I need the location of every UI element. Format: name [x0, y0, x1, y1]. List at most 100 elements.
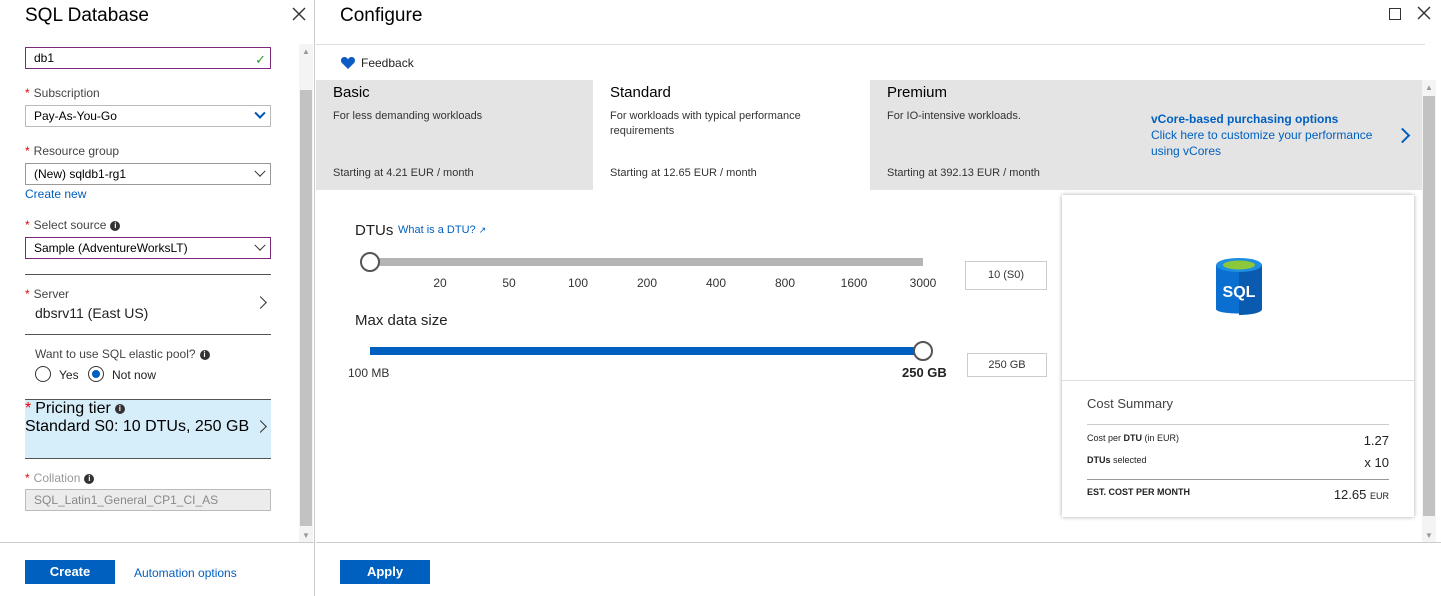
divider — [1087, 424, 1389, 425]
cost-summary-title: Cost Summary — [1087, 396, 1173, 411]
info-icon[interactable]: i — [199, 349, 210, 360]
dtu-value-box[interactable]: 10 (S0) — [965, 261, 1047, 290]
maximize-icon[interactable] — [1389, 8, 1401, 20]
tier-price: Starting at 392.13 EUR / month — [887, 167, 1040, 179]
dtu-slider-track[interactable] — [370, 258, 923, 266]
left-footer: Create Automation options — [0, 542, 315, 596]
tier-description: For less demanding workloads — [333, 110, 483, 122]
create-button[interactable]: Create — [25, 560, 115, 584]
tier-name: Premium — [887, 84, 948, 101]
select-source-value: Sample (AdventureWorksLT) — [34, 241, 188, 255]
dtu-tick-label: 1600 — [840, 276, 868, 290]
subscription-label: * Subscription — [25, 86, 100, 100]
external-link-icon: ↗ — [478, 225, 487, 235]
radio-yes-label: Yes — [59, 368, 79, 382]
max-data-slider-thumb[interactable] — [913, 341, 933, 361]
automation-options-link[interactable]: Automation options — [134, 566, 237, 580]
cost-summary-card: SQL Cost Summary Cost per DTU (in EUR) 1… — [1062, 195, 1414, 517]
max-data-value-box[interactable]: 250 GB — [967, 353, 1047, 377]
sql-icon-area: SQL — [1062, 195, 1414, 381]
max-data-slider-track[interactable] — [370, 347, 923, 355]
select-source-label: * Select source i — [25, 218, 121, 232]
apply-button[interactable]: Apply — [340, 560, 430, 584]
elastic-pool-question: Want to use SQL elastic pool? i — [35, 347, 210, 361]
cost-per-dtu-value: 1.27 — [1363, 433, 1389, 448]
feedback-button[interactable]: Feedback — [361, 56, 414, 70]
right-scrollbar[interactable]: ▲ ▼ — [1422, 80, 1436, 542]
dtu-tick-label: 20 — [433, 276, 447, 290]
configure-blade: Configure Feedback Basic For less demand… — [316, 0, 1441, 596]
tier-price: Starting at 4.21 EUR / month — [333, 167, 474, 179]
tier-basic[interactable]: Basic For less demanding workloads Start… — [316, 80, 593, 190]
tier-standard[interactable]: Standard For workloads with typical perf… — [593, 80, 870, 190]
dtu-tick-label: 400 — [705, 276, 727, 290]
dtu-tick-label: 200 — [636, 276, 658, 290]
pricing-tier-label: * Pricing tier i — [25, 400, 271, 418]
radio-not-now-label: Not now — [112, 368, 157, 382]
divider — [1087, 479, 1389, 480]
scrollbar-thumb[interactable] — [1423, 96, 1435, 516]
subscription-dropdown[interactable]: Pay-As-You-Go — [25, 105, 271, 127]
resource-group-dropdown[interactable]: (New) sqldb1-rg1 — [25, 163, 271, 185]
chevron-down-icon — [254, 165, 266, 177]
server-value: dbsrv11 (East US) — [35, 305, 149, 321]
dtu-label: DTUs — [355, 222, 394, 239]
database-name-value: db1 — [34, 51, 55, 65]
radio-yes[interactable] — [35, 366, 51, 382]
pricing-tier-selector[interactable]: * Pricing tier i Standard S0: 10 DTUs, 250… — [25, 399, 271, 459]
svg-text:SQL: SQL — [1223, 284, 1256, 301]
command-bar: Feedback — [316, 44, 1425, 80]
vcore-title: vCore-based purchasing options — [1151, 112, 1339, 126]
heart-icon[interactable] — [340, 55, 356, 71]
sql-database-icon: SQL — [1216, 258, 1262, 315]
server-selector[interactable]: * Server dbsrv11 (East US) — [25, 274, 271, 335]
vcore-description: Click here to customize your performance… — [1151, 128, 1373, 158]
server-label: * Server — [25, 287, 70, 301]
dtus-selected-label: DTUs selected — [1087, 455, 1147, 465]
sql-database-blade: SQL Database db1 ✓ * Subscription Pay-As-… — [0, 0, 315, 596]
select-source-dropdown[interactable]: Sample (AdventureWorksLT) — [25, 237, 271, 259]
scroll-down-icon[interactable]: ▼ — [302, 531, 310, 540]
blade-title: SQL Database — [25, 5, 149, 26]
close-icon[interactable] — [1416, 5, 1432, 21]
max-data-slider-fill — [370, 347, 923, 355]
configure-title: Configure — [340, 5, 423, 26]
tier-price: Starting at 12.65 EUR / month — [610, 167, 757, 179]
dtu-tick-label: 800 — [774, 276, 796, 290]
tier-name: Standard — [610, 84, 671, 101]
dtu-tick-label: 100 — [567, 276, 589, 290]
scrollbar-thumb[interactable] — [300, 90, 312, 526]
resource-group-label: * Resource group — [25, 144, 120, 158]
tier-description: For IO-intensive workloads. — [887, 110, 1021, 122]
tier-name: Basic — [333, 84, 370, 101]
what-is-dtu-link[interactable]: What is a DTU? ↗ — [398, 224, 486, 236]
radio-not-now[interactable] — [88, 366, 104, 382]
dtu-slider-thumb[interactable] — [360, 252, 380, 272]
scroll-up-icon[interactable]: ▲ — [1425, 83, 1433, 92]
chevron-right-icon — [254, 296, 267, 309]
resource-group-value: (New) sqldb1-rg1 — [34, 167, 127, 181]
dtu-tick-label: 50 — [502, 276, 516, 290]
max-data-max-label: 250 GB — [902, 365, 947, 380]
info-icon[interactable]: i — [110, 220, 121, 231]
est-cost-label: EST. COST PER MONTH — [1087, 487, 1191, 497]
chevron-down-icon — [254, 239, 266, 251]
tier-premium[interactable]: Premium For IO-intensive workloads. Star… — [870, 80, 1147, 190]
left-scrollbar[interactable]: ▲ ▼ — [299, 44, 313, 542]
max-data-min-label: 100 MB — [348, 366, 390, 380]
collation-input: SQL_Latin1_General_CP1_CI_AS — [25, 489, 271, 511]
vcore-purchasing-link[interactable]: vCore-based purchasing options Click her… — [1151, 112, 1391, 159]
scroll-up-icon[interactable]: ▲ — [302, 47, 310, 56]
tier-description: For workloads with typical performance r… — [610, 110, 801, 137]
info-icon[interactable]: i — [114, 403, 125, 414]
max-data-size-label: Max data size — [355, 312, 448, 329]
create-new-link[interactable]: Create new — [25, 187, 86, 201]
close-icon[interactable] — [290, 5, 308, 23]
database-name-input[interactable]: db1 ✓ — [25, 47, 271, 69]
info-icon[interactable]: i — [84, 473, 95, 484]
pricing-tier-value: Standard S0: 10 DTUs, 250 GB — [25, 418, 250, 435]
dtus-selected-value: x 10 — [1364, 455, 1389, 470]
dtu-tick-label: 3000 — [909, 276, 937, 290]
cost-per-dtu-label: Cost per DTU (in EUR) — [1087, 433, 1180, 443]
scroll-down-icon[interactable]: ▼ — [1425, 531, 1433, 540]
